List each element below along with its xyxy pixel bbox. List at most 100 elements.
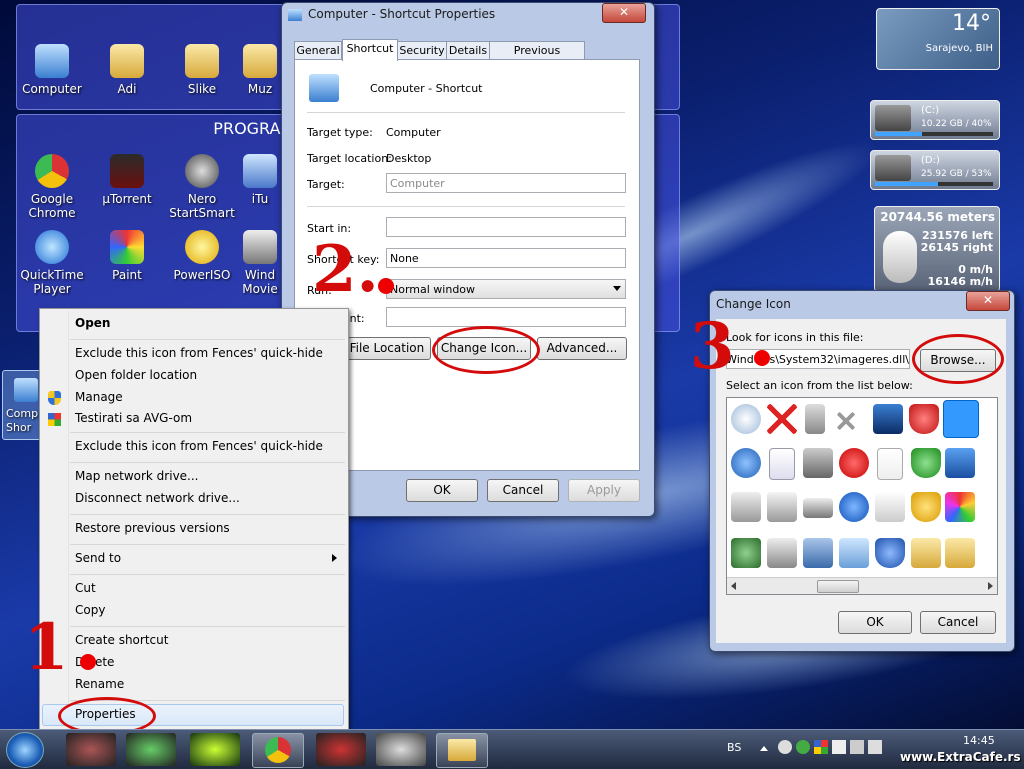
desktop-icon-muzika[interactable]: Muz xyxy=(240,44,280,96)
menu-item-cut[interactable]: Cut xyxy=(75,581,96,595)
desktop-icon-utorrent[interactable]: µTorrent xyxy=(92,154,162,206)
taskbar-app-nero[interactable] xyxy=(376,733,426,766)
projector-icon[interactable] xyxy=(875,492,905,522)
close-button[interactable]: ✕ xyxy=(966,291,1010,311)
menu-item-map-network-drive[interactable]: Map network drive... xyxy=(75,469,199,483)
menu-item-open-folder-location[interactable]: Open folder location xyxy=(75,368,197,382)
dvd-icon[interactable] xyxy=(731,404,761,434)
red-x-icon[interactable] xyxy=(767,404,797,434)
tab-previous-versions[interactable]: Previous Versions xyxy=(489,41,585,75)
desktop-icon-chrome[interactable]: Google Chrome xyxy=(17,154,87,220)
network-icon[interactable] xyxy=(803,448,833,478)
help-icon[interactable] xyxy=(839,492,869,522)
color-blocks-icon[interactable] xyxy=(945,492,975,522)
shield-warning-icon[interactable] xyxy=(911,492,941,522)
tab-details[interactable]: Details xyxy=(446,41,490,60)
gray-x-icon[interactable] xyxy=(837,412,855,430)
taskbar-app-utorrent[interactable] xyxy=(316,733,366,766)
network-tray-icon[interactable] xyxy=(850,740,864,754)
mouse-meter-gadget[interactable]: 20744.56 meters 231576 left 26145 right … xyxy=(874,206,1000,292)
scanner-icon[interactable] xyxy=(803,498,833,518)
menu-item-create-shortcut[interactable]: Create shortcut xyxy=(75,633,168,647)
cancel-button[interactable]: Cancel xyxy=(920,611,996,634)
taskbar-app-game-2[interactable] xyxy=(126,733,176,766)
desktop-icon-itunes[interactable]: iTu xyxy=(240,154,280,206)
users-icon[interactable] xyxy=(731,538,761,568)
shield-error-icon[interactable] xyxy=(909,404,939,434)
taskbar-app-explorer[interactable] xyxy=(436,733,488,768)
printer-icon[interactable] xyxy=(767,492,797,522)
shield-check-icon[interactable] xyxy=(911,448,941,478)
desktop-icon-quicktime[interactable]: QuickTime Player xyxy=(17,230,87,296)
power-options-icon[interactable] xyxy=(731,448,761,478)
comment-field[interactable] xyxy=(386,307,626,327)
mobile-device-icon[interactable] xyxy=(805,404,825,434)
shortcut-key-field[interactable]: None xyxy=(386,248,626,268)
menu-item-restore-previous-versions[interactable]: Restore previous versions xyxy=(75,521,230,535)
computer-icon[interactable] xyxy=(943,400,979,438)
scroll-right-icon[interactable] xyxy=(988,582,993,590)
tab-general[interactable]: General xyxy=(294,41,342,60)
menu-item-open[interactable]: Open xyxy=(75,316,110,330)
flag-icon[interactable] xyxy=(832,740,846,754)
menu-item-exclude-fences[interactable]: Exclude this icon from Fences' quick-hid… xyxy=(75,346,323,360)
scroll-thumb[interactable] xyxy=(817,580,859,593)
icon-label: QuickTime Player xyxy=(20,268,84,296)
taskbar-app-game[interactable] xyxy=(66,733,116,766)
shield-question-icon[interactable] xyxy=(875,538,905,568)
error-icon[interactable] xyxy=(839,448,869,478)
programs-icon[interactable] xyxy=(731,492,761,522)
cancel-button[interactable]: Cancel xyxy=(487,479,559,502)
folder-icon[interactable] xyxy=(945,538,975,568)
desktop-icon-nero[interactable]: Nero StartSmart xyxy=(167,154,237,220)
clock-time[interactable]: 14:45 xyxy=(963,734,995,747)
horizontal-scrollbar[interactable] xyxy=(727,577,997,594)
menu-item-avg-scan[interactable]: Testirati sa AVG-om xyxy=(75,411,192,425)
search-icon[interactable] xyxy=(778,740,792,754)
ok-button[interactable]: OK xyxy=(838,611,912,634)
disk-icon[interactable] xyxy=(803,538,833,568)
avg-tray-icon[interactable] xyxy=(814,740,828,754)
desktop-icon-poweriso[interactable]: PowerISO xyxy=(167,230,237,282)
target-location-value: Desktop xyxy=(386,152,432,165)
run-select[interactable]: Normal window xyxy=(386,279,626,299)
utorrent-tray-icon[interactable] xyxy=(796,740,810,754)
desktop-icon-moviemaker[interactable]: Wind Movie xyxy=(240,230,280,296)
document-icon[interactable] xyxy=(769,448,795,480)
menu-item-rename[interactable]: Rename xyxy=(75,677,124,691)
menu-item-disconnect-network-drive[interactable]: Disconnect network drive... xyxy=(75,491,240,505)
music-folder-icon[interactable] xyxy=(911,538,941,568)
menu-item-manage[interactable]: Manage xyxy=(75,390,123,404)
advanced-button[interactable]: Advanced... xyxy=(537,337,627,360)
drive-c-gadget[interactable]: (C:) 10.22 GB / 40% xyxy=(870,100,1000,140)
start-in-field[interactable] xyxy=(386,217,626,237)
tab-shortcut[interactable]: Shortcut xyxy=(342,39,398,61)
taskbar-app-matrix[interactable] xyxy=(190,733,240,766)
menu-item-exclude-fences-2[interactable]: Exclude this icon from Fences' quick-hid… xyxy=(75,439,323,453)
taskbar-app-chrome[interactable] xyxy=(252,733,304,768)
drive-icon[interactable] xyxy=(767,538,797,568)
chevron-up-icon[interactable] xyxy=(760,746,768,751)
frame-icon[interactable] xyxy=(839,538,869,568)
tab-security[interactable]: Security xyxy=(397,41,447,60)
target-field[interactable]: Computer xyxy=(386,173,626,193)
desktop-icon[interactable] xyxy=(945,448,975,478)
start-button[interactable] xyxy=(6,732,44,768)
desktop-icon-paint[interactable]: Paint xyxy=(92,230,162,282)
monitor-icon[interactable] xyxy=(873,404,903,434)
scroll-left-icon[interactable] xyxy=(731,582,736,590)
text-document-icon[interactable] xyxy=(877,448,903,480)
desktop-icon-slike[interactable]: Slike xyxy=(167,44,237,96)
apply-button[interactable]: Apply xyxy=(568,479,640,502)
ok-button[interactable]: OK xyxy=(406,479,478,502)
desktop-icon-adi[interactable]: Adi xyxy=(92,44,162,96)
language-indicator[interactable]: BS xyxy=(727,741,741,754)
menu-item-copy[interactable]: Copy xyxy=(75,603,105,617)
weather-gadget[interactable]: 14° Sarajevo, BIH xyxy=(876,8,1000,70)
desktop-icon-computer[interactable]: Computer xyxy=(17,44,87,96)
volume-icon[interactable] xyxy=(868,740,882,754)
icon-list[interactable] xyxy=(726,397,998,595)
drive-d-gadget[interactable]: (D:) 25.92 GB / 53% xyxy=(870,150,1000,190)
close-button[interactable]: ✕ xyxy=(602,3,646,23)
menu-item-send-to[interactable]: Send to xyxy=(75,551,121,565)
